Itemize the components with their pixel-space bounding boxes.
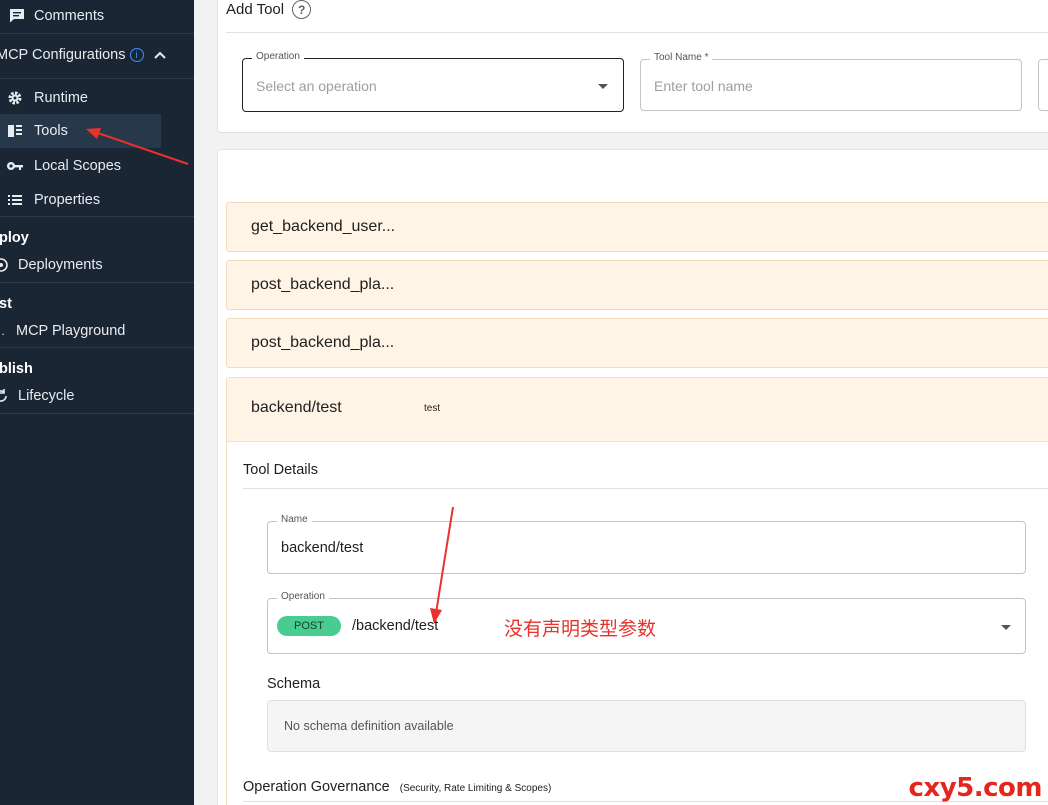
divider [0,282,194,283]
section-label: blish [0,361,33,377]
tool-name-field[interactable]: Tool Name * Enter tool name [640,52,1022,111]
gear-icon [4,90,26,106]
tool-row[interactable]: post_backend_pla... [226,318,1048,368]
operation-select[interactable]: Operation Select an operation [242,51,624,112]
key-icon [4,160,26,172]
play-icon: . [1,324,5,338]
section-deploy: ploy [0,228,193,248]
tool-expanded-header[interactable]: backend/test test [227,378,1048,442]
sidebar-item-label: Properties [34,192,101,208]
sidebar-item-tools[interactable]: Tools [0,114,161,148]
page-title: Add Tool [226,1,285,18]
name-value: backend/test [281,540,364,556]
deploy-icon [0,257,12,273]
sidebar-item-label: Lifecycle [18,388,75,404]
operation-select-placeholder: Select an operation [256,78,377,94]
section-publish: blish [0,359,193,379]
divider [226,32,1048,33]
lifecycle-icon [0,388,12,404]
sidebar: Comments MCP Configurations i Runtime To… [0,0,194,805]
watermark: cxy5.com [908,773,1043,803]
tool-expanded-panel: backend/test test Tool Details Name back… [226,377,1048,805]
comment-icon [6,8,28,24]
tool-description: test [424,403,441,414]
chevron-down-icon [598,84,608,89]
divider [0,33,194,34]
sidebar-item-label: MCP Configurations [0,47,126,63]
governance-title: Operation Governance (Security, Rate Lim… [243,779,551,795]
sidebar-item-local-scopes[interactable]: Local Scopes [0,155,194,177]
add-tool-header: Add Tool ? [226,0,312,19]
sidebar-item-lifecycle[interactable]: Lifecycle [0,385,184,407]
info-icon: i [129,48,144,62]
annotation-text: 没有声明类型参数 [504,618,657,640]
operation-label: Operation [277,591,329,602]
tool-name-label: Tool Name * [650,52,713,63]
name-label: Name [277,514,312,525]
tool-name-placeholder: Enter tool name [654,78,753,94]
extra-field[interactable] [1038,59,1048,111]
operation-path: /backend/test [352,618,439,634]
sidebar-item-mcp-configurations[interactable]: MCP Configurations i [0,44,190,66]
sidebar-item-label: Tools [34,123,68,139]
sidebar-item-label: Comments [34,8,105,24]
sidebar-item-comments[interactable]: Comments [0,5,194,27]
divider [0,78,194,79]
sidebar-item-label: MCP Playground [16,323,126,339]
schema-empty-text: No schema definition available [284,719,454,733]
section-label: ploy [0,230,29,246]
schema-box: No schema definition available [267,700,1026,752]
divider [0,413,194,414]
chevron-down-icon [1001,625,1011,630]
sidebar-item-mcp-playground[interactable]: . MCP Playground [0,320,186,342]
tool-name: post_backend_pla... [251,276,395,293]
operation-select-label: Operation [252,51,304,62]
divider [0,347,194,348]
chevron-up-icon[interactable] [153,51,166,59]
main-content: Add Tool ? Operation Select an operation… [194,0,1048,805]
tool-details-title: Tool Details [243,462,318,478]
tool-name-input[interactable]: Name backend/test [267,514,1026,574]
section-test: st [0,294,193,314]
sidebar-item-properties[interactable]: Properties [0,189,194,211]
help-icon[interactable]: ? [292,0,312,19]
sidebar-item-runtime[interactable]: Runtime [0,87,194,109]
tool-name: post_backend_pla... [251,334,395,351]
tools-icon [4,124,26,138]
section-label: st [0,296,12,312]
tool-name: get_backend_user... [251,218,396,235]
sidebar-item-deployments[interactable]: Deployments [0,254,184,276]
sidebar-item-label: Deployments [18,257,103,273]
sidebar-item-label: Local Scopes [34,158,122,174]
divider [0,216,194,217]
divider [243,488,1048,489]
tool-name: backend/test [251,399,342,416]
schema-title: Schema [267,676,321,692]
method-badge: POST [277,616,341,636]
governance-heading: Operation Governance [243,779,390,795]
tool-row[interactable]: get_backend_user... [226,202,1048,252]
tool-row[interactable]: post_backend_pla... [226,260,1048,310]
governance-subtitle: (Security, Rate Limiting & Scopes) [399,783,552,794]
sidebar-item-label: Runtime [34,90,88,106]
list-icon [4,194,26,206]
